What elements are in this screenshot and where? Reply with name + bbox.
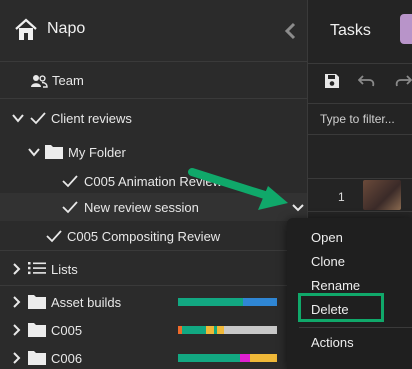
- chevron-right-icon[interactable]: [12, 352, 21, 364]
- menu-divider: [299, 327, 412, 328]
- collapse-chevron-icon[interactable]: [284, 22, 298, 40]
- folder-icon: [28, 295, 46, 309]
- project-name: C005: [51, 323, 83, 338]
- chevron-down-icon[interactable]: [292, 203, 304, 212]
- home-icon[interactable]: [13, 17, 39, 43]
- undo-icon[interactable]: [358, 74, 376, 88]
- team-label: Team: [52, 73, 84, 88]
- menu-item-clone[interactable]: Clone: [311, 254, 345, 269]
- folder-icon: [45, 145, 63, 159]
- team-item[interactable]: Team: [0, 63, 307, 99]
- task-thumbnail[interactable]: [363, 180, 401, 210]
- project-name: C006: [51, 351, 83, 366]
- chevron-right-icon[interactable]: [12, 263, 21, 275]
- lists-item[interactable]: Lists: [0, 250, 307, 286]
- filter-bar: [308, 103, 412, 135]
- app-name: Napo: [47, 20, 86, 37]
- chevron-down-icon[interactable]: [12, 113, 24, 123]
- menu-item-open[interactable]: Open: [311, 230, 343, 245]
- lists-label: Lists: [51, 262, 78, 277]
- project-item[interactable]: C005: [0, 316, 307, 344]
- avatar[interactable]: [400, 14, 412, 44]
- delete-highlight-annotation: [298, 293, 384, 322]
- panel-title: Tasks: [330, 22, 371, 39]
- save-icon[interactable]: [324, 73, 340, 89]
- project-item[interactable]: C006: [0, 344, 307, 369]
- sidebar: Napo Team Client reviews My Folder C005 …: [0, 0, 307, 369]
- tree-item-animation-review[interactable]: C005 Animation Review: [0, 167, 307, 195]
- list-icon: [28, 262, 46, 275]
- folder-icon: [28, 323, 46, 337]
- menu-item-rename[interactable]: Rename: [311, 278, 360, 293]
- check-icon: [46, 230, 62, 243]
- tree-item-label: New review session: [84, 200, 199, 215]
- tree-item-my-folder[interactable]: My Folder: [0, 138, 307, 166]
- menu-item-actions[interactable]: Actions: [311, 335, 354, 350]
- filter-input[interactable]: [320, 112, 412, 126]
- sidebar-header: Napo: [0, 0, 307, 62]
- project-name: Asset builds: [51, 295, 122, 310]
- chevron-right-icon[interactable]: [12, 296, 21, 308]
- tree-item-label: C005 Animation Review: [84, 174, 223, 189]
- tree-item-compositing-review[interactable]: C005 Compositing Review: [0, 222, 307, 250]
- tree-item-label: C005 Compositing Review: [67, 229, 221, 244]
- project-item[interactable]: Asset builds: [0, 288, 307, 316]
- toolbar: [308, 63, 412, 99]
- project-status-bar: [178, 326, 277, 334]
- check-icon: [30, 112, 46, 125]
- redo-icon[interactable]: [394, 74, 412, 88]
- tree-item-label: My Folder: [68, 145, 126, 160]
- check-icon: [62, 201, 78, 214]
- chevron-down-icon[interactable]: [28, 147, 40, 157]
- tree-item-client-reviews[interactable]: Client reviews: [0, 104, 307, 132]
- chevron-right-icon[interactable]: [12, 324, 21, 336]
- team-icon: [31, 75, 48, 88]
- project-status-bar: [178, 298, 277, 306]
- check-icon: [62, 175, 78, 188]
- row-number: 1: [338, 190, 345, 204]
- tree-item-label: Client reviews: [51, 111, 132, 126]
- tree-item-new-review-session[interactable]: New review session: [0, 193, 307, 221]
- folder-icon: [28, 351, 46, 365]
- project-status-bar: [178, 354, 277, 362]
